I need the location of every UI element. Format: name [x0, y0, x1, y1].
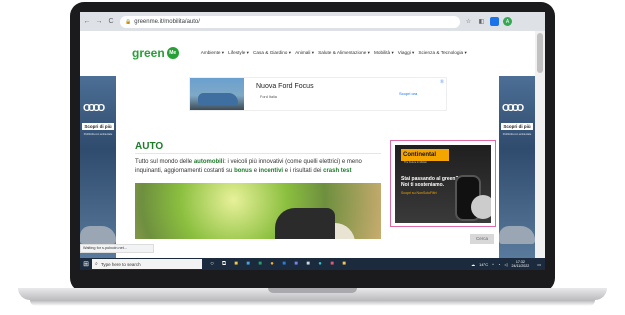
store-icon[interactable]: ■ [244, 260, 252, 268]
split-view-icon[interactable]: ◧ [477, 17, 486, 26]
windows-taskbar: ⊞ ⌕ Type here to search ○ ⧉ ■ ■ ■ ● ■ ■ … [80, 258, 545, 270]
chrome-icon[interactable]: ● [268, 260, 276, 268]
date: 24/11/2022 [511, 264, 530, 268]
continental-tagline: The Future in Motion [404, 161, 428, 164]
lock-icon: 🔒 [125, 18, 132, 25]
browser-toolbar: ← → C 🔒 greenme.it/mobilita/auto/ ☆ ◧ A [80, 12, 545, 31]
weather-temp[interactable]: 14°C [479, 262, 488, 267]
ad-title: Nuova Ford Focus [256, 83, 314, 90]
menu-casa-giardino[interactable]: Casa & Giardino ▾ [253, 50, 291, 56]
search-icon: ⌕ [95, 261, 98, 267]
clock[interactable]: 17:32 24/11/2022 [511, 260, 533, 268]
continental-link[interactable]: Scopri su NonSoloFiltri [401, 191, 437, 195]
menu-ambiente[interactable]: Ambiente ▾ [201, 50, 224, 56]
system-tray: ☁ 14°C ^ ◔ ◁ 17:32 24/11/2022 ▭ [471, 260, 545, 268]
menu-animali[interactable]: Animali ▾ [295, 50, 314, 56]
wheel-image [471, 195, 491, 219]
reload-button[interactable]: C [106, 17, 116, 27]
notes-icon[interactable]: ■ [340, 260, 348, 268]
app-icon[interactable]: ■ [328, 260, 336, 268]
right-side-ad[interactable]: OOOO Scopri di più Pubblicità con ambien… [499, 76, 535, 258]
intro-link-bonus[interactable]: bonus [234, 168, 252, 174]
menu-viaggi[interactable]: Viaggi ▾ [398, 50, 415, 56]
right-ad-note: Pubblicità con ambientale [502, 133, 532, 136]
intro-text: e [252, 168, 259, 174]
search-button[interactable]: Cerca [470, 234, 494, 244]
bookmark-star-icon[interactable]: ☆ [464, 17, 473, 26]
page-title: AUTO [135, 141, 164, 152]
article-intro: Tutto sul mondo delle automobili: i veic… [135, 158, 385, 176]
top-banner-ad[interactable]: Nuova Ford Focus Ford Italia Scopri ora … [189, 77, 447, 111]
status-bar: Waiting for s.pubcdn.net... [80, 244, 154, 253]
tray-chevron-icon[interactable]: ^ [492, 262, 494, 267]
logo-text: green [132, 46, 165, 60]
notification-icon[interactable]: ▭ [537, 262, 541, 267]
ad-cta[interactable]: Scopri ora [399, 91, 417, 96]
intro-text: Tutto sul mondo delle [135, 159, 194, 165]
menu-salute[interactable]: Salute & Alimentazione ▾ [318, 50, 370, 56]
teams-icon[interactable]: ■ [292, 260, 300, 268]
site-logo[interactable]: green Me [132, 46, 179, 60]
file-explorer-icon[interactable]: ■ [232, 260, 240, 268]
menu-lifestyle[interactable]: Lifestyle ▾ [228, 50, 249, 56]
intro-link-crash-test[interactable]: crash test [323, 168, 351, 174]
onedrive-icon[interactable]: ■ [304, 260, 312, 268]
left-side-ad[interactable]: OOOO Scopri di più Pubblicità con ambien… [80, 76, 116, 258]
audi-rings-icon: OOOO [502, 103, 524, 114]
logo-badge: Me [166, 47, 179, 59]
scroll-thumb[interactable] [537, 33, 543, 73]
search-placeholder: Type here to search [100, 261, 141, 267]
windows-start-icon[interactable]: ⊞ [80, 258, 92, 270]
task-view-icon[interactable]: ⧉ [220, 260, 228, 268]
pinned-apps: ○ ⧉ ■ ■ ■ ● ■ ■ ■ ● ■ ■ [208, 260, 352, 268]
continental-logo: Continental [401, 149, 449, 161]
menu-scienza[interactable]: Scienza & Tecnologia ▾ [418, 50, 466, 56]
cortana-icon[interactable]: ○ [208, 260, 216, 268]
charging-plug [275, 208, 335, 239]
main-menu: Ambiente ▾ Lifestyle ▾ Casa & Giardino ▾… [201, 50, 471, 56]
ad-subtitle: Ford Italia [260, 95, 277, 99]
continental-ad-image: Continental The Future in Motion Stai pa… [395, 145, 491, 223]
weather-icon[interactable]: ☁ [471, 262, 475, 267]
left-ad-button[interactable]: Scopri di più [82, 123, 114, 130]
car-shape [198, 93, 238, 105]
excel-icon[interactable]: ■ [256, 260, 264, 268]
car-image [499, 226, 535, 244]
address-bar[interactable]: 🔒 greenme.it/mobilita/auto/ [120, 15, 460, 28]
audi-rings-icon: OOOO [83, 103, 105, 114]
back-button[interactable]: ← [82, 17, 92, 27]
left-ad-note: Pubblicità con ambientale [83, 133, 113, 136]
intro-link-incentivi[interactable]: incentivi [259, 168, 283, 174]
profile-avatar[interactable]: A [503, 17, 512, 26]
taskbar-search[interactable]: ⌕ Type here to search [92, 259, 202, 269]
edge-icon[interactable]: ● [316, 260, 324, 268]
hero-image [135, 183, 381, 239]
continental-headline: Stai passando al green? Noi ti sosteniam… [401, 176, 459, 188]
volume-icon[interactable]: ◁ [504, 262, 507, 267]
forward-button[interactable]: → [94, 17, 104, 27]
extension-icon[interactable] [490, 17, 499, 26]
menu-mobilita[interactable]: Mobilità ▾ [374, 50, 394, 56]
continental-ad[interactable]: Continental The Future in Motion Stai pa… [390, 140, 496, 227]
adchoices-icon[interactable]: Ⓓ [440, 79, 444, 85]
site-header: green Me Ambiente ▾ Lifestyle ▾ Casa & G… [116, 31, 499, 75]
car-image [80, 226, 116, 244]
title-divider [135, 153, 381, 154]
page-scrollbar[interactable] [535, 31, 545, 258]
outlook-icon[interactable]: ■ [280, 260, 288, 268]
right-ad-button[interactable]: Scopri di più [501, 123, 533, 130]
network-icon[interactable]: ◔ [498, 262, 500, 267]
intro-link-automobili[interactable]: automobili [194, 159, 224, 165]
intro-text: e i risultati dei [283, 168, 324, 174]
laptop-shadow [30, 300, 595, 306]
ad-car-image [190, 78, 244, 110]
laptop-notch [268, 288, 357, 293]
laptop-screen: ← → C 🔒 greenme.it/mobilita/auto/ ☆ ◧ A … [80, 12, 545, 270]
url-text: greenme.it/mobilita/auto/ [134, 18, 200, 25]
